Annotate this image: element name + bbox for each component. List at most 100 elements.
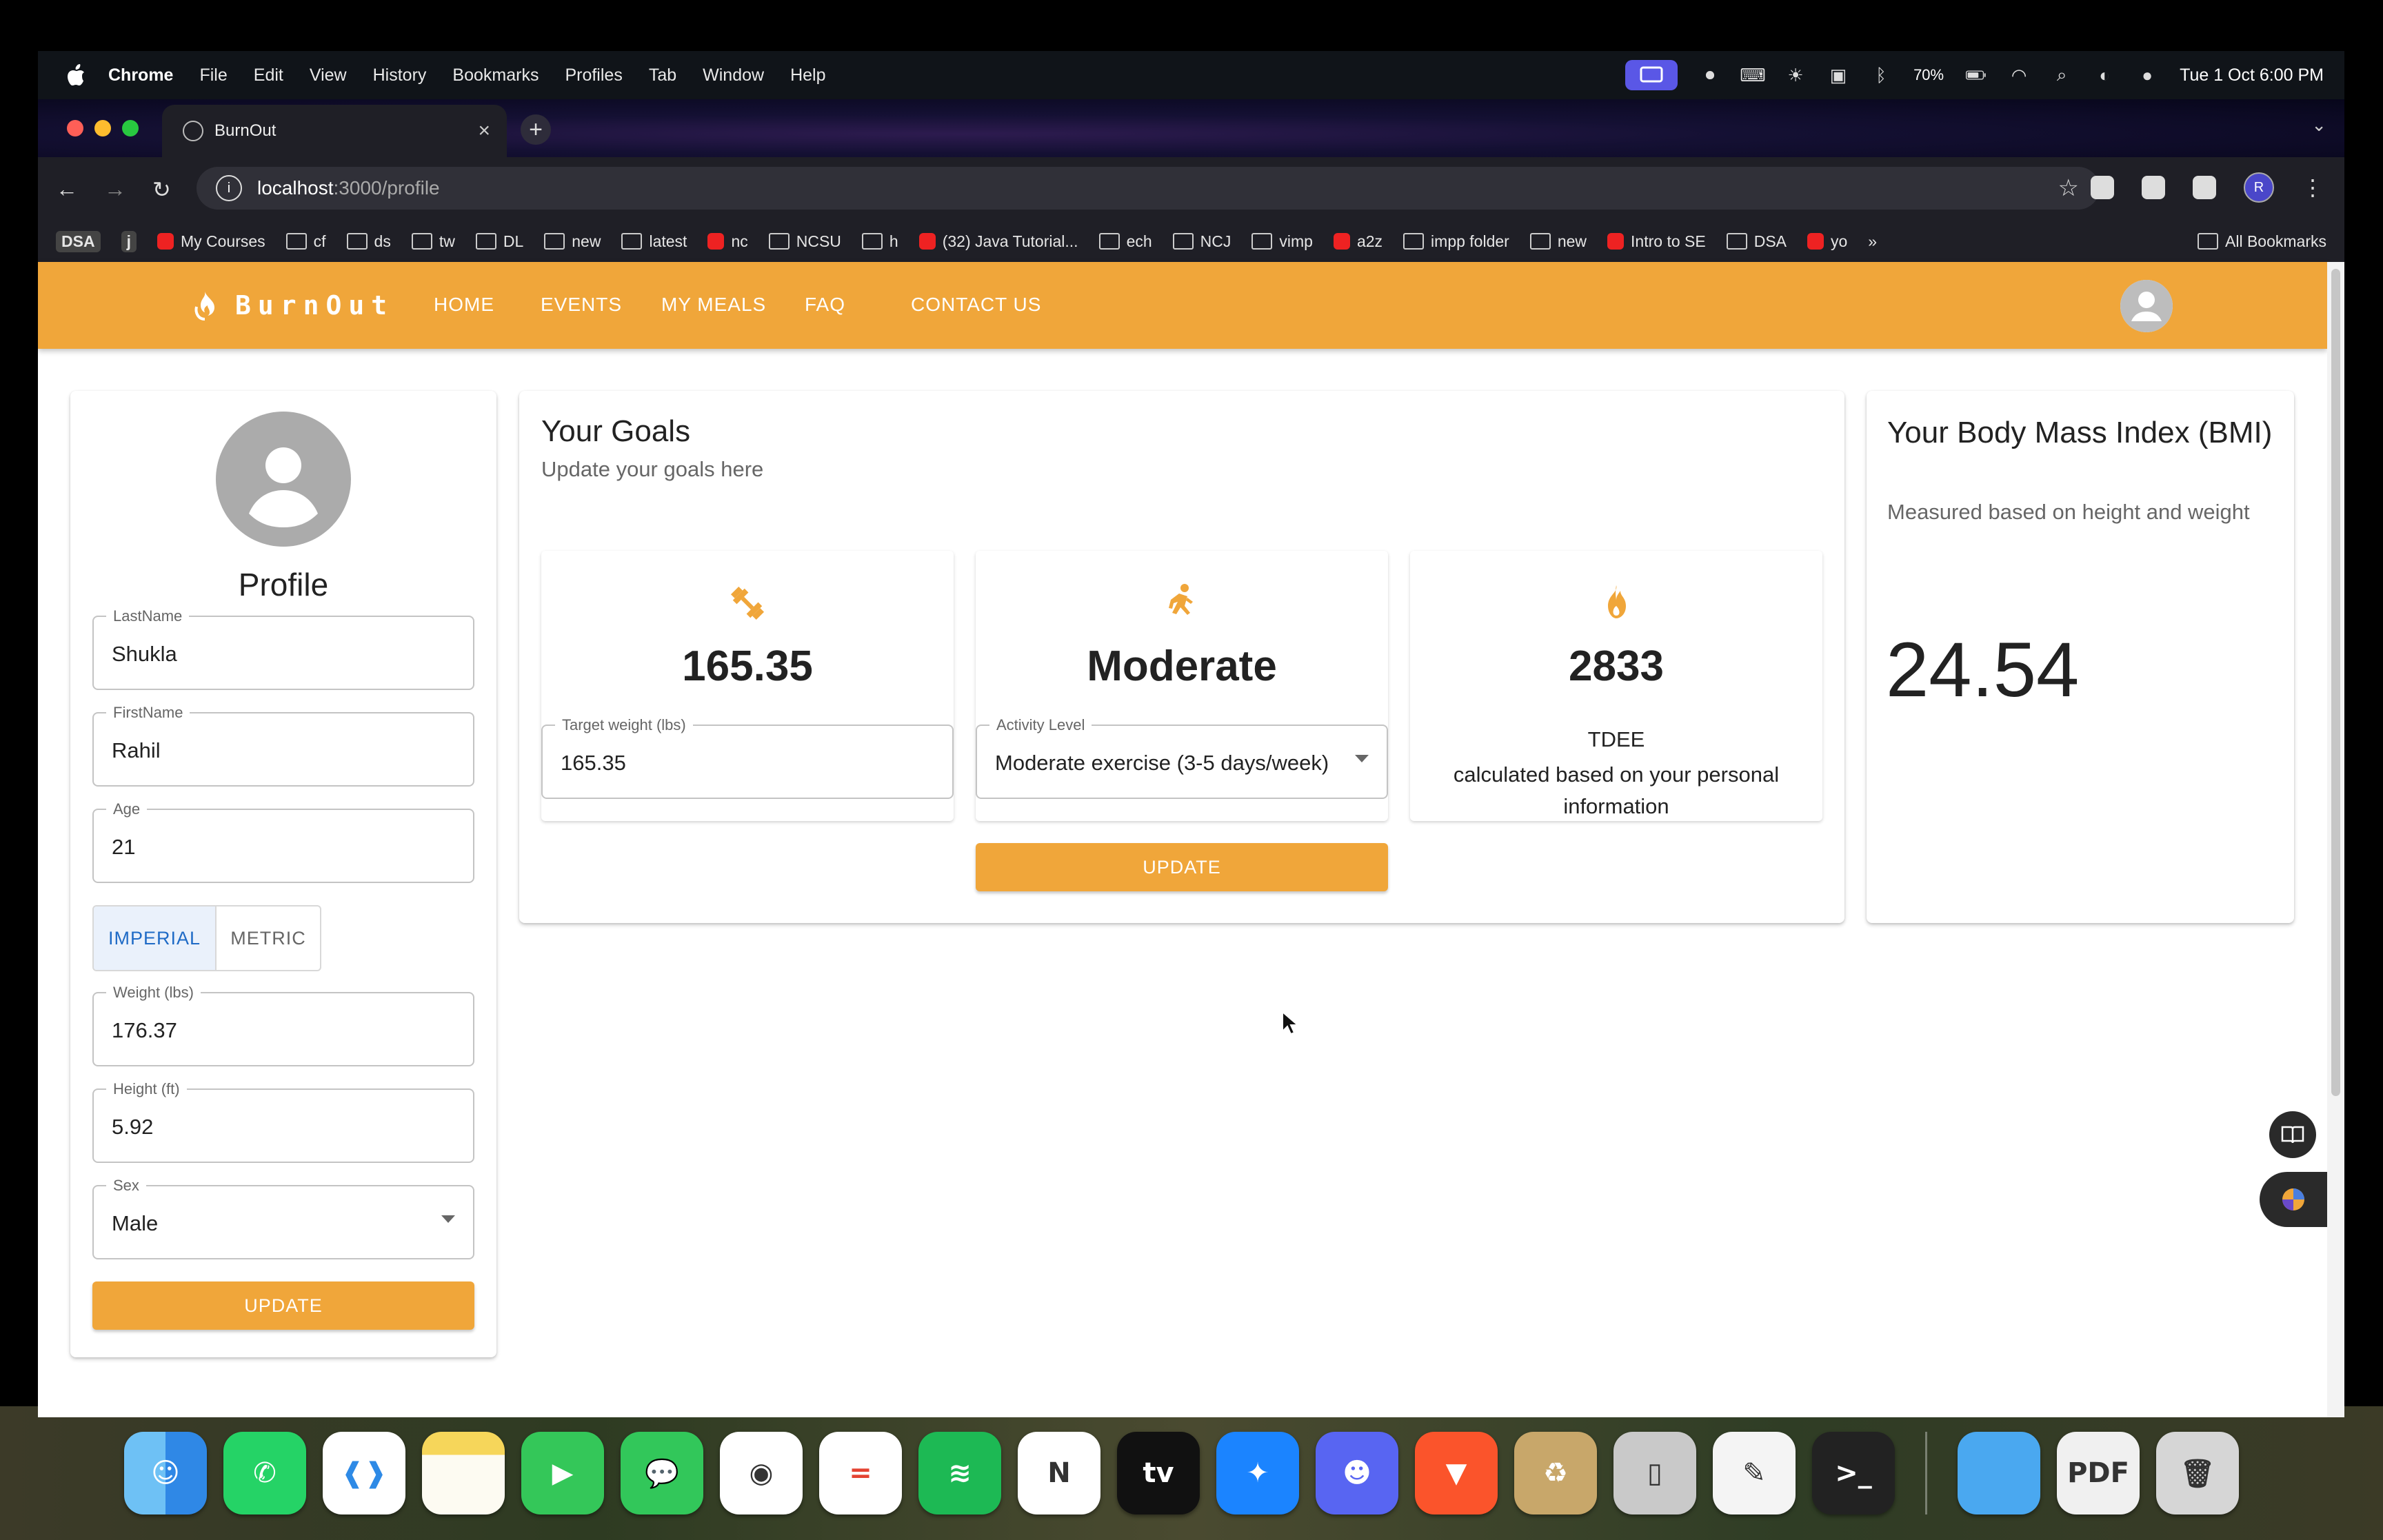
safari-dock-icon[interactable]: ✦ [1216,1432,1299,1514]
bookmark-item[interactable]: vimp [1251,232,1313,251]
wifi-icon[interactable]: ◠ [2009,65,2029,85]
menu-help[interactable]: Help [790,65,825,85]
back-arrow-icon[interactable]: ← [56,176,78,202]
bookmark-item[interactable]: DL [475,232,523,251]
bookmark-item[interactable]: nc [707,232,748,251]
control-center-icon[interactable]: ◐ [2094,65,2115,85]
bookmark-item[interactable]: new [544,232,601,251]
siri-icon[interactable]: ● [2137,65,2158,85]
bookmark-item[interactable]: My Courses [157,232,265,251]
nav-contact-us[interactable]: CONTACT US [911,294,1041,316]
bookmark-item[interactable]: a2z [1333,232,1382,251]
bookmarks-overflow-button[interactable]: » [1868,232,1877,251]
profile-update-button[interactable]: UPDATE [92,1281,474,1330]
iphone-mirroring-dock-icon[interactable]: ▯ [1613,1432,1696,1514]
todoist-dock-icon[interactable]: = [819,1432,902,1514]
menu-edit[interactable]: Edit [254,65,283,85]
extensions-puzzle-icon[interactable] [2193,176,2216,199]
menu-file[interactable]: File [199,65,227,85]
browser-tab[interactable]: BurnOut × [162,105,507,157]
spotify-dock-icon[interactable]: ≋ [918,1432,1001,1514]
metric-toggle[interactable]: METRIC [217,906,320,970]
new-tab-button[interactable]: + [521,114,551,145]
goals-update-button[interactable]: UPDATE [976,843,1388,891]
zoom-window-button[interactable] [122,120,139,136]
profile-avatar[interactable]: R [2244,172,2274,203]
address-bar[interactable]: i localhost :3000/profile ☆ [197,167,2100,210]
textedit-dock-icon[interactable]: ✎ [1713,1432,1796,1514]
bookmark-item[interactable]: ds [346,232,391,251]
bookmark-item[interactable]: impp folder [1403,232,1509,251]
bookmark-item[interactable]: NCJ [1172,232,1231,251]
finder-dock-icon[interactable]: ☺ [124,1432,207,1514]
chrome-dock-icon[interactable]: ◉ [720,1432,803,1514]
tab-search-chevron-icon[interactable]: ⌄ [2311,114,2326,136]
menu-app-name[interactable]: Chrome [108,65,173,85]
brand-logo[interactable]: BurnOut [191,290,394,321]
extension-icon[interactable] [2142,176,2165,199]
activity-level-select[interactable]: Activity Level Moderate exercise (3-5 da… [976,716,1388,799]
menu-window[interactable]: Window [703,65,764,85]
notion-dock-icon[interactable]: N [1018,1432,1100,1514]
whatsapp-dock-icon[interactable]: ✆ [223,1432,306,1514]
bookmark-item[interactable]: yo [1807,232,1847,251]
facetime-dock-icon[interactable]: ▶ [521,1432,604,1514]
last-name-field[interactable]: LastName Shukla [92,607,474,690]
terminal-dock-icon[interactable]: >_ [1812,1432,1895,1514]
vscode-dock-icon[interactable]: ❰❱ [323,1432,405,1514]
pdf-document-dock-icon[interactable]: PDF [2057,1432,2140,1514]
close-window-button[interactable] [67,120,83,136]
all-bookmarks-button[interactable]: All Bookmarks [2198,232,2326,251]
nav-faq[interactable]: FAQ [805,294,845,316]
nav-my-meals[interactable]: MY MEALS [661,294,766,316]
height-field[interactable]: Height (ft) 5.92 [92,1080,474,1163]
close-tab-icon[interactable]: × [478,119,490,143]
record-icon[interactable]: ⏺ [1700,64,1720,85]
imperial-toggle[interactable]: IMPERIAL [94,906,217,970]
keyboard-icon[interactable]: ⌨ [1740,65,1766,85]
menubar-datetime[interactable]: Tue 1 Oct 6:00 PM [2180,65,2324,85]
age-field[interactable]: Age 21 [92,800,474,883]
bookmark-item[interactable]: DSA [1726,232,1787,251]
bookmark-star-icon[interactable]: ☆ [2058,174,2079,202]
bookmark-item[interactable]: new [1529,232,1587,251]
minimize-window-button[interactable] [94,120,111,136]
menu-profiles[interactable]: Profiles [565,65,622,85]
battery-icon[interactable] [1966,65,1987,85]
bookmark-item[interactable]: latest [621,232,687,251]
extension-icon[interactable] [2091,176,2114,199]
notes-dock-icon[interactable] [422,1432,505,1514]
display-icon[interactable]: ▣ [1828,65,1849,85]
bookmark-item[interactable]: DSA [56,230,101,252]
apple-tv-dock-icon[interactable]: tv [1117,1432,1200,1514]
bookmark-item[interactable]: tw [411,232,455,251]
brave-dock-icon[interactable]: ▼ [1415,1432,1498,1514]
bluetooth-icon[interactable]: ᛒ [1871,65,1891,85]
bookmark-item[interactable]: (32) Java Tutorial... [918,232,1078,251]
user-avatar-button[interactable] [2120,280,2173,332]
menu-history[interactable]: History [373,65,427,85]
discord-dock-icon[interactable]: ☻ [1316,1432,1398,1514]
menu-tab[interactable]: Tab [649,65,676,85]
weight-field[interactable]: Weight (lbs) 176.37 [92,984,474,1066]
bookmark-item[interactable]: cf [285,232,326,251]
scrollbar-thumb[interactable] [2331,269,2340,1096]
first-name-field[interactable]: FirstName Rahil [92,704,474,787]
apple-logo-icon[interactable] [66,63,86,87]
messages-dock-icon[interactable]: 💬 [621,1432,703,1514]
target-weight-field[interactable]: Target weight (lbs) 165.35 [541,716,954,799]
reload-icon[interactable]: ↻ [152,176,171,203]
spotlight-search-icon[interactable]: ⌕ [2051,64,2072,85]
menu-bookmarks[interactable]: Bookmarks [452,65,539,85]
archive-utility-dock-icon[interactable]: ♻ [1514,1432,1597,1514]
bookmark-item[interactable]: j [121,230,137,252]
sex-select[interactable]: Sex Male [92,1177,474,1259]
bookmark-item[interactable]: Intro to SE [1607,232,1706,251]
screen-share-icon[interactable] [1625,60,1678,90]
nav-events[interactable]: EVENTS [541,294,622,316]
brightness-icon[interactable]: ☀ [1785,65,1806,85]
trash-dock-icon[interactable]: 🗑 [2156,1432,2239,1514]
bookmark-item[interactable]: NCSU [768,232,841,251]
folder-dock-icon[interactable] [1958,1432,2040,1514]
menu-view[interactable]: View [310,65,347,85]
